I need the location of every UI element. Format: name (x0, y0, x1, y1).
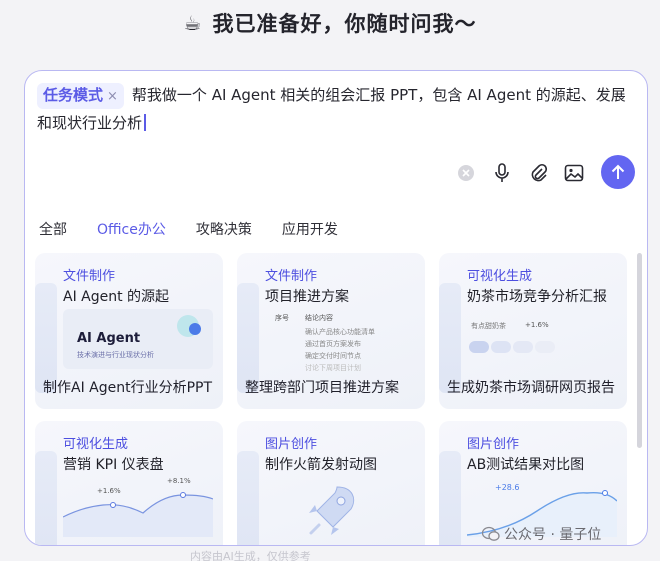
thumb-title: AI Agent (77, 331, 141, 346)
thumb-delta: +8.1% (167, 477, 191, 485)
card-category: 图片创作 (265, 437, 318, 452)
pill-shape (491, 341, 511, 353)
table-row: 讨论下周项目计划 (305, 364, 361, 372)
input-toolbar (455, 155, 585, 191)
card-thumbnail: 有点甜奶茶 +1.6% (467, 309, 617, 369)
mode-tag[interactable]: 任务模式 × (37, 83, 124, 109)
card-subtitle: 项目推进方案 (265, 289, 349, 305)
card-thumbnail: AI Agent 技术演进与行业现状分析 (63, 309, 213, 369)
category-tabs: 全部 Office办公 攻略决策 应用开发 (39, 219, 338, 239)
template-card-plan[interactable]: 文件制作 项目推进方案 序号 结论内容 确认产品核心功能清单 通过首页方案发布 … (237, 253, 425, 409)
clear-icon[interactable] (455, 162, 477, 184)
watermark-text: 公众号 · 量子位 (504, 527, 602, 543)
decorative-dot (189, 323, 201, 335)
pill-shape (513, 341, 533, 353)
image-icon[interactable] (563, 162, 585, 184)
hero-heading: ☕ 我已准备好，你随时问我～ (0, 8, 660, 38)
rocket-icon (309, 486, 355, 535)
card-category: 图片创作 (467, 437, 520, 452)
tab-decision[interactable]: 攻略决策 (196, 219, 252, 239)
card-thumbnail: 序号 结论内容 确认产品核心功能清单 通过首页方案发布 确定交付时间节点 讨论下… (265, 309, 415, 372)
card-thumbnail: +1.6% +8.1% (63, 477, 213, 537)
thumb-caption: 技术演进与行业现状分析 (77, 351, 154, 359)
table-row: 确定交付时间节点 (305, 352, 361, 360)
watermark: 公众号 · 量子位 (482, 524, 601, 544)
table-row: 确认产品核心功能清单 (305, 328, 375, 336)
card-subtitle: AB测试结果对比图 (467, 457, 585, 473)
sparkline-chart (63, 492, 213, 537)
prompt-input[interactable]: 任务模式 × 帮我做一个 AI Agent 相关的组会汇报 PPT，包含 AI Ag… (37, 81, 637, 137)
send-button[interactable] (601, 155, 635, 189)
microphone-icon[interactable] (491, 162, 513, 184)
card-category: 可视化生成 (467, 269, 533, 284)
card-category: 可视化生成 (63, 437, 129, 452)
template-card-kpi[interactable]: 可视化生成 营销 KPI 仪表盘 +1.6% +8.1% (35, 421, 223, 545)
close-icon[interactable]: × (107, 89, 118, 104)
wechat-icon (482, 526, 500, 541)
card-subtitle: 营销 KPI 仪表盘 (63, 457, 164, 473)
send-arrow-icon (611, 164, 625, 179)
card-category: 文件制作 (63, 269, 116, 284)
table-header-index: 序号 (275, 314, 289, 322)
paperclip-icon[interactable] (527, 162, 549, 184)
card-category: 文件制作 (265, 269, 318, 284)
text-caret (144, 114, 146, 131)
tab-app-dev[interactable]: 应用开发 (282, 219, 338, 239)
template-card-ppt[interactable]: 文件制作 AI Agent 的源起 AI Agent 技术演进与行业现状分析 制… (35, 253, 223, 409)
card-subtitle: 奶茶市场竞争分析汇报 (467, 289, 607, 305)
footer-disclaimer: 内容由AI生成，仅供参考 (190, 550, 311, 561)
thumb-delta: +1.6% (525, 321, 549, 329)
card-label: 生成奶茶市场调研网页报告 (447, 380, 615, 396)
scrollbar[interactable] (637, 253, 642, 448)
table-row: 通过首页方案发布 (305, 340, 361, 348)
template-cards: 文件制作 AI Agent 的源起 AI Agent 技术演进与行业现状分析 制… (35, 253, 645, 545)
card-subtitle: AI Agent 的源起 (63, 289, 170, 305)
table-header-content: 结论内容 (305, 314, 333, 322)
pill-shape (469, 341, 489, 353)
tab-office[interactable]: Office办公 (97, 219, 166, 239)
template-card-report[interactable]: 可视化生成 奶茶市场竞争分析汇报 有点甜奶茶 +1.6% 生成奶茶市场调研网页报… (439, 253, 627, 409)
coffee-cup-icon: ☕ (183, 11, 203, 35)
chat-input-panel: 任务模式 × 帮我做一个 AI Agent 相关的组会汇报 PPT，包含 AI Ag… (24, 70, 648, 546)
tab-all[interactable]: 全部 (39, 219, 67, 239)
card-label: 整理跨部门项目推进方案 (245, 380, 399, 396)
hero-heading-text: 我已准备好，你随时问我～ (212, 12, 477, 36)
pill-shape (535, 341, 555, 353)
card-label: 制作AI Agent行业分析PPT (43, 380, 213, 396)
prompt-text: 帮我做一个 AI Agent 相关的组会汇报 PPT，包含 AI Agent 的… (37, 86, 626, 132)
mode-tag-label: 任务模式 (43, 86, 104, 104)
card-subtitle: 制作火箭发射动图 (265, 457, 377, 473)
thumb-tag: 有点甜奶茶 (471, 322, 506, 330)
template-card-rocket[interactable]: 图片创作 制作火箭发射动图 (237, 421, 425, 545)
